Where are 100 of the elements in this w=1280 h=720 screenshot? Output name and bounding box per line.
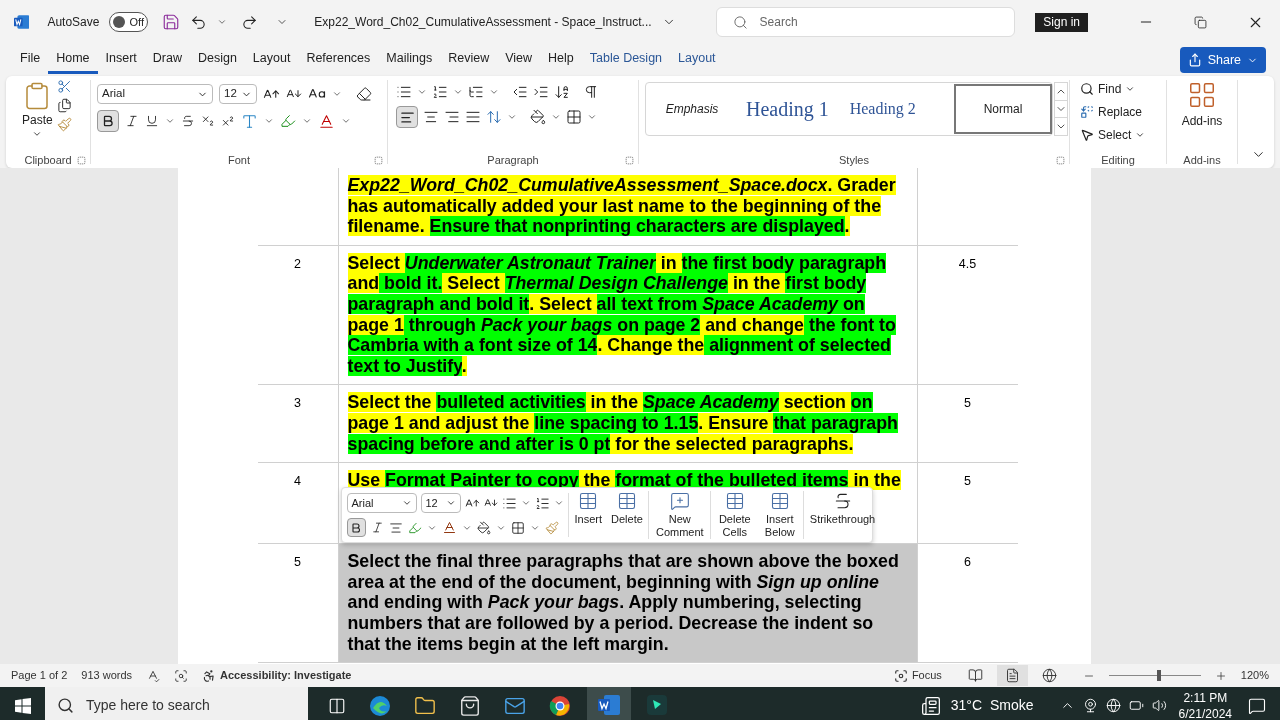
paste-button[interactable]: Paste <box>22 81 53 139</box>
insert-below-button[interactable]: Insert Below <box>758 491 804 540</box>
taskbar-search-field[interactable]: Type here to search <box>45 687 308 720</box>
caret-icon[interactable] <box>332 89 342 99</box>
proofing-icon[interactable] <box>146 668 161 683</box>
ribbon-tab[interactable]: Table Design <box>581 46 671 74</box>
camera-icon[interactable] <box>1082 698 1098 713</box>
store-icon[interactable] <box>459 694 481 717</box>
text-effects-icon[interactable] <box>241 112 258 130</box>
copy-icon[interactable] <box>56 98 72 113</box>
notifications-icon[interactable] <box>1248 696 1266 715</box>
caret-icon[interactable] <box>551 112 561 122</box>
subscript-icon[interactable] <box>201 114 215 128</box>
style-gallery-item[interactable]: Heading 1 <box>738 84 837 134</box>
network-icon[interactable] <box>1105 698 1121 713</box>
caret-icon[interactable] <box>165 116 175 126</box>
news-icon[interactable] <box>920 695 941 716</box>
decrease-indent-icon[interactable] <box>512 84 528 100</box>
caret-icon[interactable] <box>217 17 228 27</box>
bullets-icon[interactable] <box>396 84 412 100</box>
font-size-field[interactable]: 12 <box>420 493 461 514</box>
dialog-launcher-icon[interactable] <box>374 155 383 165</box>
dialog-launcher-icon[interactable] <box>625 155 634 165</box>
ribbon-tab[interactable]: Design <box>189 46 245 74</box>
ribbon-tab[interactable]: Layout <box>244 46 299 74</box>
italic-icon[interactable] <box>370 521 384 535</box>
select-button[interactable]: Select <box>1080 125 1166 145</box>
caret-icon[interactable] <box>489 87 499 97</box>
bold-button[interactable] <box>346 518 366 538</box>
search-field[interactable]: Search <box>715 7 1016 37</box>
borders-icon[interactable] <box>566 109 582 125</box>
clock-time[interactable]: 2:11 PM <box>1183 689 1228 706</box>
share-button[interactable]: Share <box>1179 47 1266 73</box>
underline-icon[interactable] <box>145 114 159 128</box>
weather-condition[interactable]: Smoke <box>990 695 1034 716</box>
word-app-icon[interactable] <box>598 694 620 715</box>
font-name-field[interactable]: Arial <box>346 493 417 514</box>
add-ins-button[interactable]: Add-ins <box>1167 76 1237 152</box>
ribbon-tab[interactable]: View <box>497 46 541 74</box>
battery-icon[interactable] <box>1128 698 1144 713</box>
caret-icon[interactable] <box>507 112 517 122</box>
zoom-in-icon[interactable] <box>1214 669 1227 682</box>
caret-icon[interactable] <box>302 116 312 126</box>
save-icon[interactable] <box>162 13 181 31</box>
shading-icon[interactable] <box>476 520 491 535</box>
superscript-icon[interactable] <box>221 114 235 128</box>
read-mode-icon[interactable] <box>967 668 983 683</box>
accessibility-button[interactable]: Accessibility: Investigate <box>202 667 352 684</box>
print-layout-icon[interactable] <box>1004 668 1020 683</box>
volume-icon[interactable] <box>1151 698 1167 713</box>
align-center-icon[interactable] <box>423 109 439 125</box>
chrome-icon[interactable] <box>549 694 571 717</box>
font-color-icon[interactable] <box>441 520 457 536</box>
strikethrough-icon[interactable] <box>181 114 195 128</box>
clock-date[interactable]: 6/21/2024 <box>1178 705 1232 720</box>
app-icon[interactable] <box>647 694 667 717</box>
caret-icon[interactable] <box>264 116 274 126</box>
ribbon-tab[interactable]: Review <box>440 46 498 74</box>
highlighter-icon[interactable] <box>280 113 296 129</box>
sort-icon[interactable] <box>554 84 570 100</box>
word-count[interactable]: 913 words <box>81 667 133 684</box>
style-gallery-item[interactable]: Emphasis <box>646 84 738 134</box>
italic-icon[interactable] <box>125 114 139 128</box>
pilcrow-icon[interactable] <box>583 84 599 100</box>
web-layout-icon[interactable] <box>1041 668 1057 683</box>
numbering-icon[interactable] <box>534 495 550 511</box>
caret-icon[interactable] <box>417 87 427 97</box>
highlighter-icon[interactable] <box>407 520 422 535</box>
borders-icon[interactable] <box>510 520 525 535</box>
font-name-field[interactable]: Arial <box>97 84 213 104</box>
sign-in-button[interactable]: Sign in <box>1035 12 1088 32</box>
undo-icon[interactable] <box>190 13 208 31</box>
find-button[interactable]: Find <box>1080 79 1166 99</box>
align-left-button[interactable] <box>396 106 418 128</box>
dialog-launcher-icon[interactable] <box>77 155 86 165</box>
browser-icon[interactable] <box>369 694 391 717</box>
ribbon-tab[interactable]: Insert <box>97 46 145 74</box>
ribbon-tab[interactable]: References <box>298 46 379 74</box>
temperature[interactable]: 31°C <box>950 695 983 716</box>
dialog-launcher-icon[interactable] <box>1056 155 1065 165</box>
zoom-level[interactable]: 120% <box>1240 667 1269 684</box>
bold-button[interactable] <box>97 110 119 132</box>
multilevel-list-icon[interactable] <box>468 84 484 100</box>
bullets-icon[interactable] <box>501 495 517 511</box>
page-count[interactable]: Page 1 of 2 <box>11 667 68 684</box>
delete-cells-button[interactable]: Delete Cells <box>713 491 756 540</box>
new-comment-button[interactable]: New Comment <box>651 491 711 540</box>
style-gallery-item[interactable]: Normal <box>954 84 1052 134</box>
style-gallery-item[interactable]: Heading 2 <box>836 84 929 134</box>
folder-icon[interactable] <box>414 694 436 717</box>
numbering-icon[interactable] <box>432 84 448 100</box>
insert-button[interactable]: Insert <box>571 491 605 540</box>
focus-button[interactable]: Focus <box>893 667 942 684</box>
ribbon-tab[interactable]: Draw <box>144 46 190 74</box>
shading-icon[interactable] <box>530 109 546 125</box>
ribbon-tab[interactable]: Help <box>540 46 582 74</box>
clear-formatting-icon[interactable] <box>356 86 372 102</box>
ribbon-tab[interactable]: Layout <box>670 46 724 74</box>
increase-indent-icon[interactable] <box>533 84 549 100</box>
caret-icon[interactable] <box>587 112 597 122</box>
